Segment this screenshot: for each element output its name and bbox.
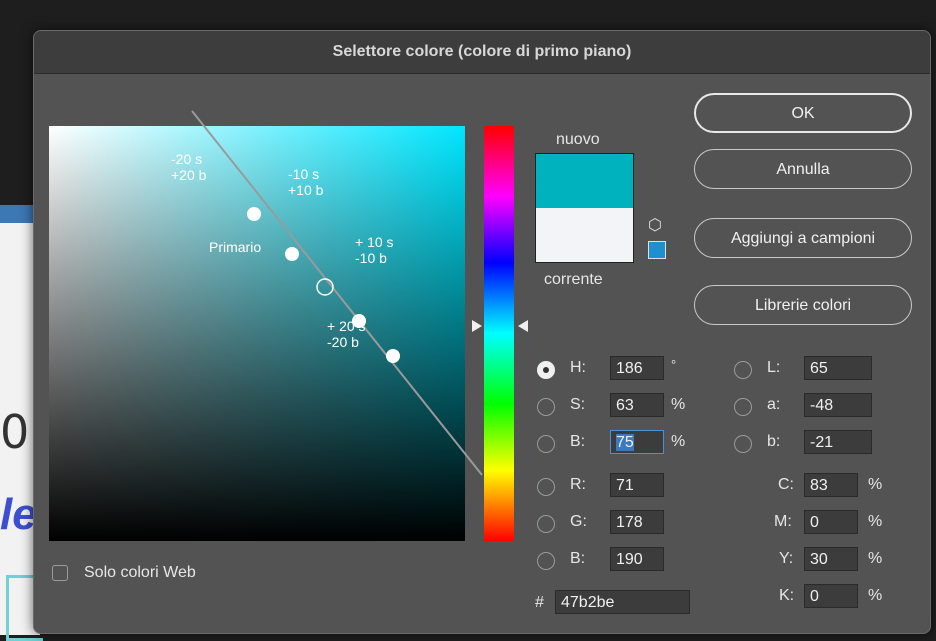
harmony-label-minus20: -20 s +20 b: [171, 151, 207, 183]
red-label: R:: [570, 476, 586, 493]
lab-b-label: b:: [767, 433, 781, 450]
cyan-unit: %: [868, 476, 883, 493]
brightness-value: 75: [616, 434, 634, 451]
current-color-swatch[interactable]: [535, 208, 634, 263]
blue-label: B:: [570, 550, 586, 567]
radio-lab-l[interactable]: [734, 361, 752, 379]
background-text-fragment: 0: [0, 405, 30, 459]
dialog-title: Selettore colore (colore di primo piano): [34, 31, 930, 74]
harmony-overlay: [191, 110, 483, 476]
lab-l-label: L:: [767, 359, 781, 376]
harmony-label-minus10: -10 s +10 b: [288, 166, 324, 198]
hue-slider-left-arrow[interactable]: [472, 320, 482, 332]
lab-a-label: a:: [767, 396, 781, 413]
hue-unit: °: [671, 357, 677, 372]
hex-input[interactable]: 47b2be: [555, 590, 690, 614]
new-color-swatch: [535, 153, 634, 209]
harmony-label-plus10: + 10 s -10 b: [355, 234, 394, 266]
hue-label: H:: [570, 359, 586, 376]
saturation-input[interactable]: 63: [610, 393, 664, 417]
harmony-point-minus10[interactable]: [285, 247, 299, 261]
lab-a-input[interactable]: -48: [804, 393, 872, 417]
hue-slider[interactable]: [484, 126, 514, 541]
radio-blue[interactable]: [537, 552, 555, 570]
saturation-unit: %: [671, 396, 686, 413]
cancel-button[interactable]: Annulla: [694, 149, 912, 189]
radio-saturation[interactable]: [537, 398, 555, 416]
color-picker-dialog: Selettore colore (colore di primo piano)…: [33, 30, 931, 634]
radio-hue[interactable]: [537, 361, 555, 379]
cyan-label: C:: [778, 476, 794, 493]
blue-input[interactable]: 190: [610, 547, 664, 571]
yellow-input[interactable]: 30: [804, 547, 858, 571]
brightness-unit: %: [671, 433, 686, 450]
harmony-line: [191, 110, 483, 476]
background-text-fragment: le: [0, 490, 37, 539]
black-input[interactable]: 0: [804, 584, 858, 608]
yellow-label: Y:: [779, 550, 794, 567]
lab-l-input[interactable]: 65: [804, 356, 872, 380]
add-to-swatches-button[interactable]: Aggiungi a campioni: [694, 218, 912, 258]
hue-input[interactable]: 186: [610, 356, 664, 380]
harmony-point-minus20[interactable]: [247, 207, 261, 221]
hue-slider-right-arrow[interactable]: [518, 320, 528, 332]
radio-lab-a[interactable]: [734, 398, 752, 416]
web-safe-color-icon[interactable]: [648, 241, 666, 259]
magenta-label: M:: [774, 513, 792, 530]
radio-brightness[interactable]: [537, 435, 555, 453]
black-unit: %: [868, 587, 883, 604]
red-input[interactable]: 71: [610, 473, 664, 497]
harmony-point-plus20[interactable]: [386, 349, 400, 363]
current-color-label: corrente: [544, 271, 603, 288]
cyan-input[interactable]: 83: [804, 473, 858, 497]
black-label: K:: [779, 587, 795, 604]
brightness-input[interactable]: 75: [610, 430, 664, 454]
radio-red[interactable]: [537, 478, 555, 496]
hex-prefix: #: [535, 594, 544, 611]
harmony-label-plus20: + 20 s -20 b: [327, 318, 366, 350]
web-colors-only-label: Solo colori Web: [84, 564, 196, 581]
green-label: G:: [570, 513, 587, 530]
yellow-unit: %: [868, 550, 883, 567]
magenta-unit: %: [868, 513, 883, 530]
radio-green[interactable]: [537, 515, 555, 533]
primary-color-marker[interactable]: [316, 278, 334, 296]
primary-label: Primario: [209, 239, 262, 255]
ok-button[interactable]: OK: [694, 93, 912, 133]
magenta-input[interactable]: 0: [804, 510, 858, 534]
web-colors-only-checkbox[interactable]: [52, 565, 68, 581]
radio-lab-b[interactable]: [734, 435, 752, 453]
new-color-label: nuovo: [556, 131, 600, 148]
lab-b-input[interactable]: -21: [804, 430, 872, 454]
green-input[interactable]: 178: [610, 510, 664, 534]
brightness-label: B:: [570, 433, 586, 450]
color-field[interactable]: -20 s +20 b -10 s +10 b Primario + 10 s …: [49, 110, 483, 541]
color-libraries-button[interactable]: Librerie colori: [694, 285, 912, 325]
saturation-label: S:: [570, 396, 586, 413]
out-of-gamut-cube-icon[interactable]: ⬡: [648, 215, 662, 235]
